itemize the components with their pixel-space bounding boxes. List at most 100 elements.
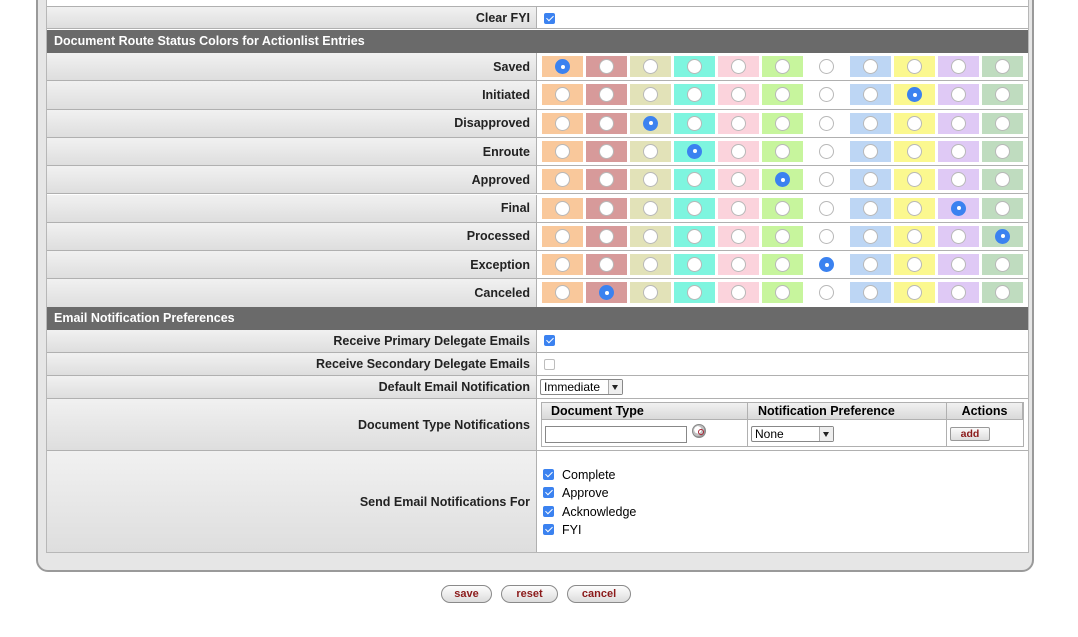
color-radio[interactable]: [775, 143, 790, 159]
color-radio[interactable]: [995, 200, 1010, 216]
color-radio[interactable]: [951, 115, 966, 131]
color-radio[interactable]: [599, 257, 614, 273]
fyi-checkbox[interactable]: [543, 524, 554, 535]
color-radio[interactable]: [687, 172, 702, 188]
color-radio[interactable]: [555, 87, 570, 103]
color-radio[interactable]: [643, 59, 658, 74]
color-radio[interactable]: [951, 59, 966, 74]
clear-fyi-checkbox[interactable]: [544, 13, 555, 24]
color-radio[interactable]: [555, 285, 570, 301]
color-radio[interactable]: [907, 200, 922, 216]
color-radio[interactable]: [907, 143, 922, 159]
color-radio[interactable]: [995, 285, 1010, 301]
color-radio[interactable]: [819, 257, 834, 273]
color-radio[interactable]: [995, 172, 1010, 188]
color-radio[interactable]: [863, 228, 878, 244]
color-radio[interactable]: [819, 200, 834, 216]
secondary-delegate-checkbox[interactable]: [544, 359, 555, 370]
color-radio[interactable]: [951, 257, 966, 273]
color-radio[interactable]: [775, 115, 790, 131]
color-radio[interactable]: [599, 59, 614, 74]
color-radio[interactable]: [599, 143, 614, 159]
color-radio[interactable]: [643, 115, 658, 131]
color-radio[interactable]: [995, 143, 1010, 159]
primary-delegate-checkbox[interactable]: [544, 335, 555, 346]
color-radio[interactable]: [863, 257, 878, 273]
color-radio[interactable]: [907, 228, 922, 244]
color-radio[interactable]: [599, 200, 614, 216]
complete-checkbox[interactable]: [543, 469, 554, 480]
color-radio[interactable]: [775, 257, 790, 273]
color-radio[interactable]: [687, 285, 702, 301]
color-radio[interactable]: [819, 285, 834, 301]
color-radio[interactable]: [951, 172, 966, 188]
color-radio[interactable]: [775, 200, 790, 216]
color-radio[interactable]: [555, 59, 570, 74]
color-radio[interactable]: [907, 115, 922, 131]
color-radio[interactable]: [555, 115, 570, 131]
color-radio[interactable]: [863, 143, 878, 159]
color-radio[interactable]: [863, 200, 878, 216]
color-radio[interactable]: [907, 87, 922, 103]
search-icon[interactable]: [692, 424, 706, 438]
cancel-button[interactable]: cancel: [567, 585, 631, 603]
color-radio[interactable]: [687, 228, 702, 244]
color-radio[interactable]: [643, 228, 658, 244]
color-radio[interactable]: [775, 59, 790, 74]
color-radio[interactable]: [731, 257, 746, 273]
color-radio[interactable]: [951, 200, 966, 216]
color-radio[interactable]: [643, 172, 658, 188]
color-radio[interactable]: [643, 285, 658, 301]
color-radio[interactable]: [907, 257, 922, 273]
color-radio[interactable]: [731, 87, 746, 103]
color-radio[interactable]: [907, 59, 922, 74]
color-radio[interactable]: [995, 257, 1010, 273]
color-radio[interactable]: [775, 285, 790, 301]
color-radio[interactable]: [995, 115, 1010, 131]
color-radio[interactable]: [907, 172, 922, 188]
color-radio[interactable]: [555, 143, 570, 159]
color-radio[interactable]: [863, 115, 878, 131]
color-radio[interactable]: [951, 228, 966, 244]
color-radio[interactable]: [951, 143, 966, 159]
color-radio[interactable]: [995, 228, 1010, 244]
color-radio[interactable]: [819, 172, 834, 188]
color-radio[interactable]: [731, 115, 746, 131]
color-radio[interactable]: [863, 87, 878, 103]
color-radio[interactable]: [731, 228, 746, 244]
color-radio[interactable]: [863, 285, 878, 301]
color-radio[interactable]: [731, 59, 746, 74]
color-radio[interactable]: [599, 172, 614, 188]
color-radio[interactable]: [863, 172, 878, 188]
color-radio[interactable]: [643, 200, 658, 216]
color-radio[interactable]: [643, 87, 658, 103]
color-radio[interactable]: [599, 87, 614, 103]
color-radio[interactable]: [731, 143, 746, 159]
color-radio[interactable]: [687, 257, 702, 273]
color-radio[interactable]: [555, 172, 570, 188]
color-radio[interactable]: [643, 257, 658, 273]
default-notification-select[interactable]: Immediate: [540, 379, 623, 395]
approve-checkbox[interactable]: [543, 487, 554, 498]
color-radio[interactable]: [863, 59, 878, 74]
color-radio[interactable]: [951, 285, 966, 301]
doc-type-input[interactable]: [545, 426, 687, 443]
color-radio[interactable]: [819, 228, 834, 244]
color-radio[interactable]: [731, 285, 746, 301]
color-radio[interactable]: [599, 285, 614, 301]
color-radio[interactable]: [819, 59, 834, 74]
color-radio[interactable]: [687, 87, 702, 103]
color-radio[interactable]: [995, 59, 1010, 74]
color-radio[interactable]: [599, 115, 614, 131]
color-radio[interactable]: [819, 87, 834, 103]
color-radio[interactable]: [555, 257, 570, 273]
color-radio[interactable]: [687, 200, 702, 216]
color-radio[interactable]: [687, 143, 702, 159]
save-button[interactable]: save: [441, 585, 492, 603]
color-radio[interactable]: [643, 143, 658, 159]
reset-button[interactable]: reset: [501, 585, 558, 603]
color-radio[interactable]: [687, 115, 702, 131]
color-radio[interactable]: [775, 172, 790, 188]
color-radio[interactable]: [731, 200, 746, 216]
color-radio[interactable]: [555, 228, 570, 244]
